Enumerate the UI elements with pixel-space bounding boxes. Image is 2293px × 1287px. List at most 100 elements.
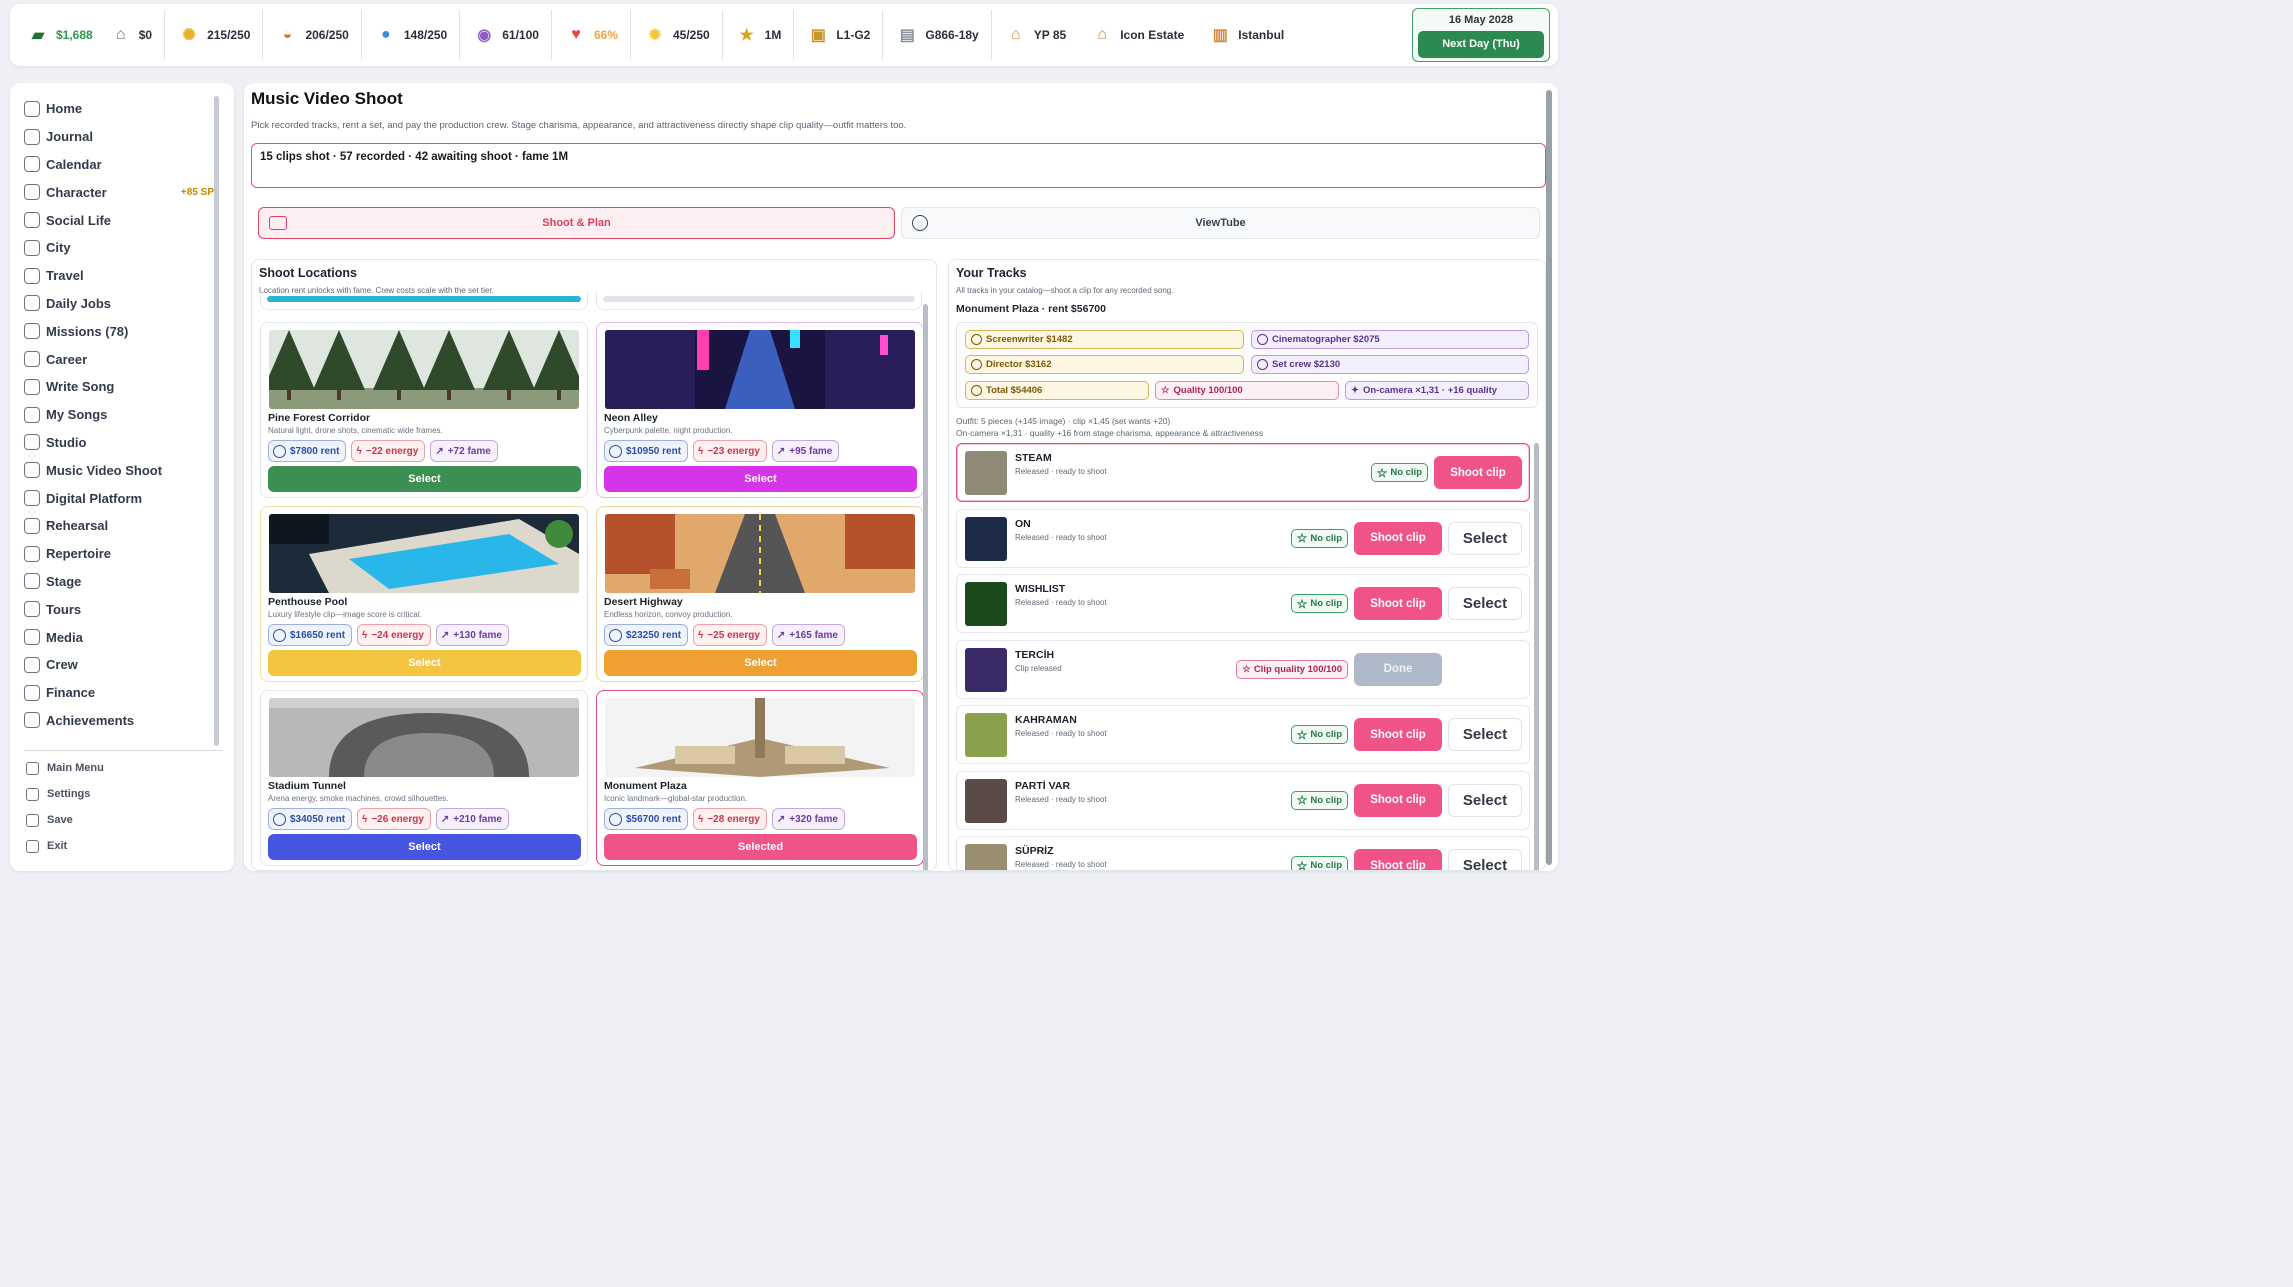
sidebar-item-travel[interactable]: Travel	[24, 262, 214, 290]
track-select-button[interactable]: Select	[1448, 718, 1522, 751]
rent-value: $10950 rent	[626, 445, 682, 457]
track-select-button[interactable]: Select	[1448, 587, 1522, 620]
stat-level-value: L1-G2	[836, 28, 871, 42]
locations-scrollbar[interactable]	[923, 304, 928, 870]
shoot-clip-button[interactable]: Shoot clip	[1354, 849, 1442, 870]
sidebar-item-tours[interactable]: Tours	[24, 595, 214, 623]
track-row-terci-h[interactable]: TERCİH Clip released ☆ Clip quality 100/100…	[956, 639, 1530, 699]
star-icon: ☆	[1296, 727, 1308, 742]
sidebar-item-achievements[interactable]: Achievements	[24, 707, 214, 735]
track-row-steam[interactable]: STEAM Released · ready to shoot ☆ No clip Sh…	[956, 443, 1530, 502]
stat-idea: ✹ 45/250	[631, 10, 723, 60]
bottom-item-main-menu[interactable]: Main Menu	[26, 755, 216, 781]
fame-value: +165 fame	[789, 629, 838, 641]
sidebar-item-crew[interactable]: Crew	[24, 651, 214, 679]
location-select-button[interactable]: Select	[604, 650, 917, 676]
tab-shoot-plan-label: Shoot & Plan	[542, 217, 611, 229]
location-image	[269, 330, 579, 409]
sidebar-item-repertoire[interactable]: Repertoire	[24, 540, 214, 568]
location-select-button[interactable]: Select	[268, 834, 581, 860]
sidebar-item-stage[interactable]: Stage	[24, 568, 214, 596]
sidebar-item-digital-platform[interactable]: Digital Platform	[24, 484, 214, 512]
sidebar-item-character[interactable]: Character +85 SP	[24, 178, 214, 206]
link-icon	[273, 812, 286, 826]
water-drop-icon: ●	[381, 26, 391, 43]
sidebar-item-daily-jobs[interactable]: Daily Jobs	[24, 290, 214, 318]
track-select-button[interactable]: Select	[1448, 783, 1522, 817]
stat-estate-value: Icon Estate	[1120, 28, 1185, 42]
track-row-wishlist[interactable]: WISHLIST Released · ready to shoot ☆ No cli…	[956, 574, 1530, 633]
location-select-button[interactable]: Selected	[604, 834, 917, 860]
sidebar-item-label: Repertoire	[46, 546, 112, 562]
shoot-clip-button[interactable]: Shoot clip	[1354, 521, 1442, 555]
track-thumbnail	[965, 844, 1007, 870]
fame-chip: ↗ +165 fame	[771, 624, 845, 646]
location-image	[605, 514, 915, 593]
stat-food: ◒ 206/250	[263, 10, 362, 60]
sidebar-item-rehearsal[interactable]: Rehearsal	[24, 512, 214, 540]
sidebar-item-home[interactable]: Home	[24, 95, 214, 123]
tab-shoot-plan[interactable]: Shoot & Plan	[258, 207, 895, 239]
sidebar-item-social-life[interactable]: Social Life	[24, 206, 214, 234]
sidebar-item-media[interactable]: Media	[24, 623, 214, 651]
target-icon	[24, 573, 40, 590]
sidebar-item-music-video-shoot[interactable]: Music Video Shoot	[24, 456, 214, 484]
sidebar-item-my-songs[interactable]: My Songs	[24, 401, 214, 429]
sidebar-item-city[interactable]: City	[24, 234, 214, 262]
main-scrollbar[interactable]	[1546, 90, 1552, 865]
shoot-clip-button[interactable]: Shoot clip	[1354, 587, 1442, 620]
track-row-kahraman[interactable]: KAHRAMAN Released · ready to shoot ☆ No cli…	[956, 705, 1530, 764]
sidebar-scrollbar[interactable]	[214, 96, 219, 746]
sidebar-item-write-song[interactable]: Write Song	[24, 373, 214, 401]
bottom-item-settings[interactable]: Settings	[26, 781, 216, 807]
tab-viewtube[interactable]: ViewTube	[901, 207, 1540, 239]
energy-value: −26 energy	[371, 813, 424, 825]
location-select-button[interactable]: Select	[268, 466, 581, 492]
summary-text: 15 clips shot · 57 recorded · 42 awaitin…	[260, 151, 569, 163]
level-icon: ▣	[810, 27, 826, 44]
sidebar-item-calendar[interactable]: Calendar	[24, 151, 214, 179]
shoot-clip-button[interactable]: Shoot clip	[1354, 718, 1442, 751]
bottom-item-exit[interactable]: Exit	[26, 833, 216, 859]
link-icon	[24, 295, 40, 312]
sidebar-item-missions-78[interactable]: Missions (78)	[24, 317, 214, 345]
sidebar-item-career[interactable]: Career	[24, 345, 214, 373]
sidebar-nav: Home Journal Calendar Character +85 SP Social…	[24, 95, 214, 743]
location-image	[269, 514, 579, 593]
stat-bank: ⌂ $0	[97, 10, 166, 60]
outfit-line: Outfit: 5 pieces (+145 image) · clip ×1,…	[956, 416, 1171, 426]
trend-icon: ↗	[776, 813, 786, 825]
next-day-button[interactable]: Next Day (Thu)	[1418, 31, 1544, 58]
track-row-parti-var[interactable]: PARTİ VAR Released · ready to shoot ☆ No cl…	[956, 770, 1530, 830]
rent-value: $56700 rent	[626, 813, 682, 825]
sidebar-item-label: Media	[46, 629, 83, 645]
track-status: Released · ready to shoot	[1015, 467, 1107, 476]
track-select-button[interactable]: Select	[1448, 849, 1522, 870]
track-select-button[interactable]: Select	[1448, 521, 1522, 555]
energy-value: −22 energy	[365, 445, 419, 457]
track-row-s-pri-z[interactable]: SÜPRİZ Released · ready to shoot ☆ No clip S…	[956, 836, 1530, 870]
energy-chip: ϟ −28 energy	[693, 808, 767, 830]
tracks-scrollbar[interactable]	[1534, 443, 1539, 870]
location-select-button[interactable]: Select	[268, 650, 581, 676]
location-select-button[interactable]: Select	[604, 466, 917, 492]
shoot-clip-button[interactable]: Shoot clip	[1354, 783, 1442, 817]
screenwriter-icon	[971, 334, 982, 345]
bottom-item-save[interactable]: Save	[26, 807, 216, 833]
sidebar-item-finance[interactable]: Finance	[24, 679, 214, 707]
sidebar: Home Journal Calendar Character +85 SP Social…	[10, 83, 234, 871]
shoot-clip-button[interactable]: Shoot clip	[1434, 456, 1522, 489]
quality-chip: ☆ Quality 100/100	[1155, 381, 1339, 400]
link-icon	[609, 812, 622, 826]
sidebar-item-journal[interactable]: Journal	[24, 123, 214, 151]
crew-costs-box: Screenwriter $1482 Cinematographer $2075…	[956, 322, 1538, 408]
energy-icon: ϟ	[356, 445, 362, 457]
no-clip-badge: ☆ No clip	[1290, 594, 1348, 613]
energy-icon: ✺	[182, 27, 196, 44]
track-row-on[interactable]: ON Released · ready to shoot ☆ No clip Shoot…	[956, 508, 1530, 568]
fame-chip: ↗ +72 fame	[430, 440, 498, 462]
sidebar-item-studio[interactable]: Studio	[24, 429, 214, 457]
screenwriter-label: Screenwriter $1482	[986, 334, 1073, 345]
pulse-icon	[24, 239, 40, 256]
track-name: WISHLIST	[1015, 583, 1066, 595]
